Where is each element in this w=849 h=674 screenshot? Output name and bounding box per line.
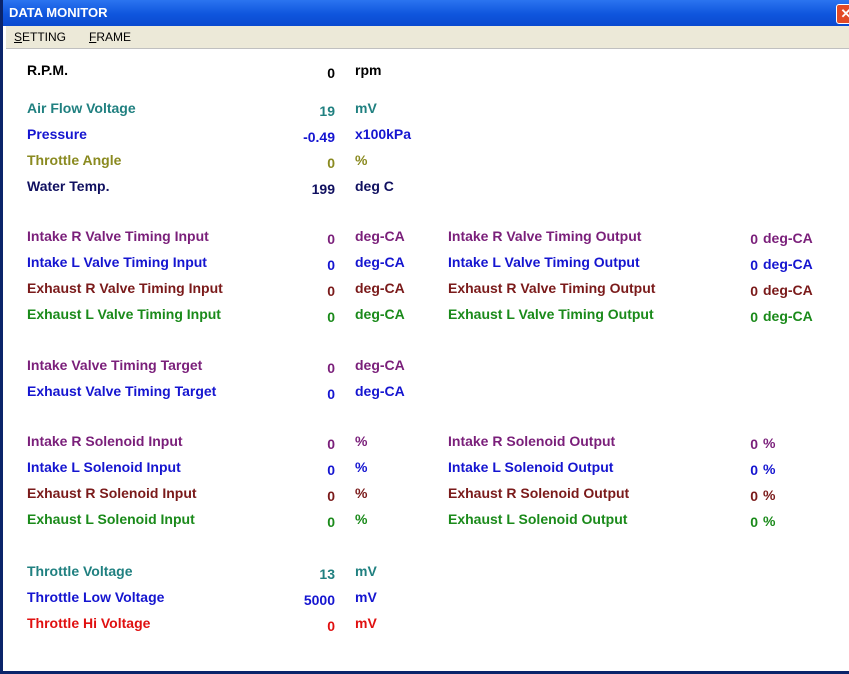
- throttle-voltage-value: 13: [319, 566, 335, 582]
- exhaust-r-solenoid-input-label: Exhaust R Solenoid Input: [27, 485, 197, 501]
- title-bar[interactable]: DATA MONITOR ✕: [3, 0, 849, 26]
- water-temp-unit: deg C: [355, 178, 394, 194]
- pressure-label: Pressure: [27, 126, 87, 142]
- intake-l-valve-timing-output-value: 0: [750, 257, 758, 273]
- exhaust-l-valve-timing-input-label: Exhaust L Valve Timing Input: [27, 306, 221, 322]
- intake-l-solenoid-input-label: Intake L Solenoid Input: [27, 459, 181, 475]
- intake-r-solenoid-output-label: Intake R Solenoid Output: [448, 433, 616, 449]
- close-icon[interactable]: ✕: [836, 4, 849, 24]
- water-temp-label: Water Temp.: [27, 178, 110, 194]
- intake-l-valve-timing-input-value: 0: [327, 257, 335, 273]
- intake-r-valve-timing-output-value: 0: [750, 231, 758, 247]
- exhaust-valve-timing-target-unit: deg-CA: [355, 383, 405, 399]
- throttle-voltage-label: Throttle Voltage: [27, 563, 133, 579]
- exhaust-l-solenoid-output-label: Exhaust L Solenoid Output: [448, 511, 628, 527]
- water-temp-value: 199: [311, 181, 335, 197]
- intake-r-solenoid-input-label: Intake R Solenoid Input: [27, 433, 183, 449]
- intake-l-solenoid-output-label: Intake L Solenoid Output: [448, 459, 614, 475]
- intake-l-valve-timing-input-label: Intake L Valve Timing Input: [27, 254, 207, 270]
- intake-l-valve-timing-input-unit: deg-CA: [355, 254, 405, 270]
- exhaust-r-solenoid-input-value: 0: [327, 488, 335, 504]
- exhaust-l-solenoid-output-value: 0: [750, 514, 758, 530]
- exhaust-l-valve-timing-output-label: Exhaust L Valve Timing Output: [448, 306, 654, 322]
- exhaust-r-valve-timing-output-unit: deg-CA: [763, 282, 813, 298]
- r-p-m-value: 0: [327, 65, 335, 81]
- exhaust-r-valve-timing-output-value: 0: [750, 283, 758, 299]
- intake-r-solenoid-input-unit: %: [355, 433, 368, 449]
- throttle-low-voltage-value: 5000: [303, 592, 335, 608]
- air-flow-voltage-label: Air Flow Voltage: [27, 100, 136, 116]
- intake-l-valve-timing-output-label: Intake L Valve Timing Output: [448, 254, 640, 270]
- intake-r-valve-timing-output-unit: deg-CA: [763, 230, 813, 246]
- intake-l-solenoid-input-unit: %: [355, 459, 368, 475]
- exhaust-r-valve-timing-input-unit: deg-CA: [355, 280, 405, 296]
- exhaust-l-valve-timing-output-value: 0: [750, 309, 758, 325]
- data-monitor-window: DATA MONITOR ✕ SETTING FRAME R.P.M. 0 rpm A…: [0, 0, 849, 674]
- exhaust-r-solenoid-output-unit: %: [763, 487, 776, 503]
- exhaust-valve-timing-target-value: 0: [327, 386, 335, 402]
- intake-l-solenoid-output-unit: %: [763, 461, 776, 477]
- exhaust-l-solenoid-input-value: 0: [327, 514, 335, 530]
- intake-valve-timing-target-unit: deg-CA: [355, 357, 405, 373]
- exhaust-l-solenoid-input-label: Exhaust L Solenoid Input: [27, 511, 195, 527]
- intake-r-valve-timing-output-label: Intake R Valve Timing Output: [448, 228, 642, 244]
- exhaust-r-valve-timing-output-label: Exhaust R Valve Timing Output: [448, 280, 656, 296]
- intake-valve-timing-target-label: Intake Valve Timing Target: [27, 357, 203, 373]
- intake-l-valve-timing-output-unit: deg-CA: [763, 256, 813, 272]
- intake-l-solenoid-input-value: 0: [327, 462, 335, 478]
- menu-frame[interactable]: FRAME: [86, 26, 134, 48]
- air-flow-voltage-unit: mV: [355, 100, 377, 116]
- exhaust-r-valve-timing-input-label: Exhaust R Valve Timing Input: [27, 280, 223, 296]
- intake-r-valve-timing-input-value: 0: [327, 231, 335, 247]
- pressure-value: -0.49: [303, 129, 335, 145]
- menu-bar: SETTING FRAME: [6, 26, 849, 49]
- exhaust-l-valve-timing-input-unit: deg-CA: [355, 306, 405, 322]
- exhaust-r-solenoid-output-label: Exhaust R Solenoid Output: [448, 485, 630, 501]
- throttle-angle-unit: %: [355, 152, 368, 168]
- exhaust-l-solenoid-output-unit: %: [763, 513, 776, 529]
- exhaust-r-solenoid-output-value: 0: [750, 488, 758, 504]
- throttle-angle-value: 0: [327, 155, 335, 171]
- r-p-m-label: R.P.M.: [27, 62, 68, 78]
- throttle-low-voltage-label: Throttle Low Voltage: [27, 589, 165, 605]
- throttle-hi-voltage-value: 0: [327, 618, 335, 634]
- exhaust-r-solenoid-input-unit: %: [355, 485, 368, 501]
- menu-setting[interactable]: SETTING: [11, 26, 69, 48]
- throttle-angle-label: Throttle Angle: [27, 152, 122, 168]
- window-title: DATA MONITOR: [9, 5, 108, 20]
- exhaust-l-solenoid-input-unit: %: [355, 511, 368, 527]
- throttle-low-voltage-unit: mV: [355, 589, 377, 605]
- pressure-unit: x100kPa: [355, 126, 412, 142]
- r-p-m-unit: rpm: [355, 62, 382, 78]
- exhaust-valve-timing-target-label: Exhaust Valve Timing Target: [27, 383, 217, 399]
- intake-r-solenoid-output-value: 0: [750, 436, 758, 452]
- intake-r-valve-timing-input-unit: deg-CA: [355, 228, 405, 244]
- intake-r-solenoid-output-unit: %: [763, 435, 776, 451]
- data-panel: R.P.M. 0 rpm Air Flow Voltage 19 mV Pressure -0…: [6, 49, 849, 671]
- intake-r-solenoid-input-value: 0: [327, 436, 335, 452]
- intake-l-solenoid-output-value: 0: [750, 462, 758, 478]
- exhaust-l-valve-timing-output-unit: deg-CA: [763, 308, 813, 324]
- intake-valve-timing-target-value: 0: [327, 360, 335, 376]
- throttle-voltage-unit: mV: [355, 563, 377, 579]
- air-flow-voltage-value: 19: [319, 103, 335, 119]
- exhaust-r-valve-timing-input-value: 0: [327, 283, 335, 299]
- exhaust-l-valve-timing-input-value: 0: [327, 309, 335, 325]
- intake-r-valve-timing-input-label: Intake R Valve Timing Input: [27, 228, 209, 244]
- throttle-hi-voltage-label: Throttle Hi Voltage: [27, 615, 151, 631]
- throttle-hi-voltage-unit: mV: [355, 615, 377, 631]
